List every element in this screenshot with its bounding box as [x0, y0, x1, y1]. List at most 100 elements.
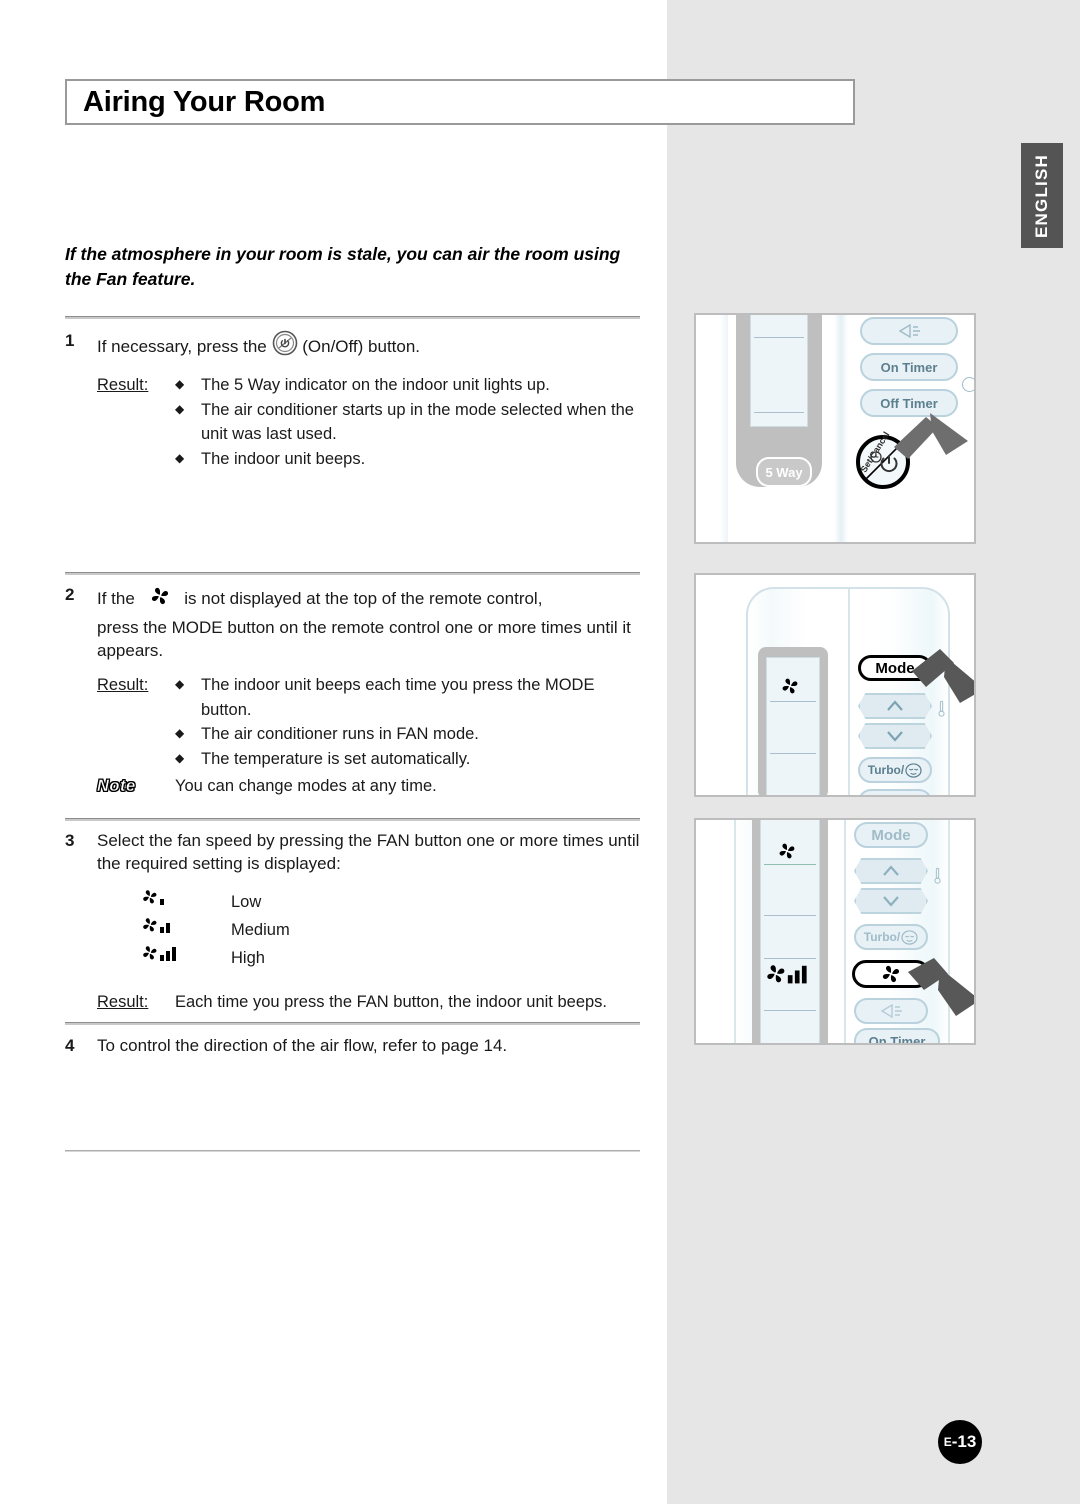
step-2: 2 If the is not displayed at the top of … — [65, 584, 645, 799]
step-1-bullet-text: The indoor unit beeps. — [201, 450, 366, 469]
step-2-bullet-text: The air conditioner runs in FAN mode. — [201, 725, 479, 744]
chevron-up-icon — [883, 865, 899, 876]
page-number-value: -13 — [951, 1432, 977, 1451]
sleep-face-icon — [905, 762, 922, 778]
lcd-divider — [754, 412, 804, 413]
fan-speed-low-icon — [139, 887, 231, 916]
rule-above-step-2 — [65, 572, 640, 575]
temp-down-button[interactable] — [858, 723, 932, 749]
temp-down-button[interactable] — [854, 888, 928, 914]
step-1-bullet-text: The 5 Way indicator on the indoor unit l… — [201, 375, 550, 394]
onoff-power-icon — [272, 330, 298, 363]
step-3-result-label: Result: — [97, 992, 149, 1011]
fan-speed-row: Medium — [139, 916, 645, 944]
page-number-badge: E -13 — [938, 1420, 982, 1464]
step-1-number: 1 — [65, 331, 75, 350]
step-2-number: 2 — [65, 585, 75, 604]
mode-button-label: Mode — [875, 659, 915, 677]
step-2-text-after-icon: is not displayed at the top of the remot… — [184, 589, 543, 608]
step-4-number: 4 — [65, 1036, 75, 1055]
turbo-button[interactable]: Turbo/ — [858, 757, 932, 783]
fan-speed-high-icon — [139, 943, 231, 972]
turbo-button-label: Turbo/ — [863, 930, 901, 944]
lcd-divider — [764, 915, 816, 916]
step-1-text-before-icon: If necessary, press the — [97, 337, 267, 356]
on-timer-button[interactable]: On Timer — [854, 1028, 940, 1045]
illustration-panel-fan: Mode Turbo/ On Timer — [694, 818, 976, 1045]
step-3-result-text: Each time you press the FAN button, the … — [175, 992, 608, 1011]
page-title-box: Airing Your Room — [65, 79, 855, 125]
diamond-bullet-icon: ◆ — [175, 451, 185, 466]
on-timer-button[interactable]: On Timer — [860, 353, 958, 381]
pointer-arrow-icon — [912, 649, 974, 703]
airflow-button[interactable] — [858, 789, 932, 795]
badge-5way-label: 5 Way — [765, 464, 803, 480]
step-2-bullet-text: The indoor unit beeps each time you pres… — [201, 675, 595, 719]
fan-propeller-icon — [148, 584, 172, 615]
step-1-bullet: ◆ The 5 Way indicator on the indoor unit… — [175, 373, 645, 398]
step-1-bullet-text: The air conditioner starts up in the mod… — [201, 400, 634, 444]
turbo-button[interactable]: Turbo/ — [854, 924, 928, 950]
step-2-bullet: ◆ The indoor unit beeps each time you pr… — [175, 673, 645, 723]
diamond-bullet-icon: ◆ — [175, 751, 185, 766]
lcd-divider — [754, 337, 804, 338]
step-3: 3 Select the fan speed by pressing the F… — [65, 830, 645, 1015]
lcd-display — [750, 315, 808, 427]
diamond-bullet-icon: ◆ — [175, 401, 185, 416]
chevron-down-icon — [887, 731, 903, 742]
page-number-prefix: E — [943, 1435, 952, 1449]
step-2-bullet: ◆ The temperature is set automatically. — [175, 747, 645, 772]
fan-speed-row: High — [139, 944, 645, 972]
remote-edge-mid — [834, 315, 848, 542]
sleep-face-icon — [901, 929, 918, 945]
step-2-note: Note You can change modes at any time. — [97, 774, 645, 799]
fan-speed-medium-icon — [139, 915, 231, 944]
temp-up-button[interactable] — [854, 858, 928, 884]
step-2-line2: press the MODE button on the remote cont… — [97, 617, 631, 660]
lcd-fan-speed-high-icon — [762, 961, 816, 992]
pointer-arrow-icon — [894, 413, 968, 459]
language-tab: ENGLISH — [1021, 143, 1063, 248]
step-4-text: To control the direction of the air flow… — [97, 1036, 508, 1055]
step-1-result: Result: ◆ The 5 Way indicator on the ind… — [97, 373, 645, 472]
remote-center-seam — [844, 820, 846, 1043]
step-3-result: Result: Each time you press the FAN butt… — [97, 990, 645, 1015]
rule-above-step-4 — [65, 1022, 640, 1025]
note-text: You can change modes at any time. — [175, 776, 437, 795]
rule-bottom — [65, 1150, 640, 1152]
intro-paragraph: If the atmosphere in your room is stale,… — [65, 244, 621, 290]
thermometer-icon — [934, 867, 941, 884]
step-2-result: Result: ◆ The indoor unit beeps each tim… — [97, 673, 645, 772]
language-tab-label: ENGLISH — [1032, 153, 1051, 238]
fan-speed-label: High — [231, 948, 265, 967]
mode-button[interactable]: Mode — [854, 822, 928, 848]
step-2-text-before-icon: If the — [97, 589, 135, 608]
step-3-text: Select the fan speed by pressing the FAN… — [97, 831, 640, 873]
step-1: 1 If necessary, press the (On/Off) butto… — [65, 330, 645, 472]
fan-propeller-icon — [882, 965, 900, 983]
airflow-icon — [880, 1004, 902, 1018]
on-timer-label: On Timer — [880, 359, 938, 375]
airflow-button[interactable] — [860, 317, 958, 345]
fan-speed-label: Medium — [231, 920, 290, 939]
illustration-panel-power: 5 Way On Timer Off Timer Set/Cancel — [694, 313, 976, 544]
lcd-divider — [764, 958, 816, 959]
step-2-bullet: ◆ The air conditioner runs in FAN mode. — [175, 722, 645, 747]
note-label: Note — [97, 776, 136, 795]
diamond-bullet-icon: ◆ — [175, 676, 185, 691]
step-1-result-label: Result: — [97, 375, 149, 394]
step-1-bullet: ◆ The air conditioner starts up in the m… — [175, 398, 645, 448]
lcd-divider — [764, 1010, 816, 1011]
turbo-button-label: Turbo/ — [867, 763, 905, 777]
lcd-divider — [770, 753, 816, 754]
step-3-number: 3 — [65, 831, 75, 850]
off-timer-label: Off Timer — [880, 395, 938, 411]
remote-center-seam — [848, 589, 850, 795]
step-1-text-after-icon: (On/Off) button. — [302, 337, 421, 356]
fan-speed-row: Low — [139, 888, 645, 916]
on-timer-label: On Timer — [868, 1033, 926, 1045]
mode-button-label: Mode — [871, 826, 911, 844]
badge-5way: 5 Way — [756, 457, 812, 487]
lcd-fan-propeller-icon — [779, 675, 801, 702]
chevron-up-icon — [887, 700, 903, 711]
